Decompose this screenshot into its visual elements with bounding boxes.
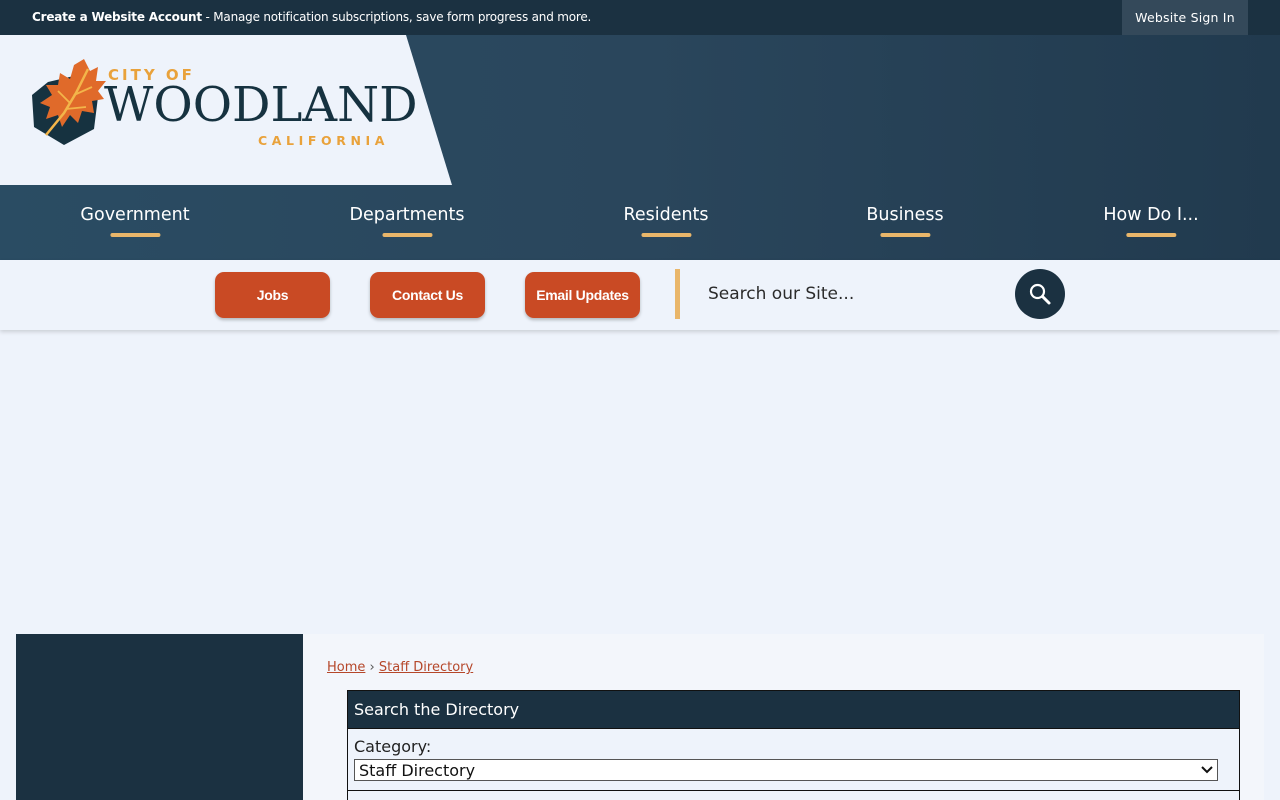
- left-sidebar: [16, 634, 303, 800]
- breadcrumb-current-link[interactable]: Staff Directory: [379, 660, 473, 675]
- panel-divider: [348, 790, 1239, 791]
- logo-link[interactable]: CITY OF WOODLAND CALIFORNIA: [0, 35, 452, 185]
- logo-wordmark: WOODLAND: [104, 77, 418, 133]
- site-header: CITY OF WOODLAND CALIFORNIA Government D…: [0, 35, 1280, 260]
- account-message: Create a Website Account - Manage notifi…: [32, 10, 591, 24]
- nav-underline: [1126, 233, 1176, 237]
- nav-item-label: Business: [866, 205, 944, 225]
- nav-underline: [879, 233, 930, 237]
- nav-item-label: How Do I...: [1103, 205, 1199, 225]
- sign-in-button[interactable]: Website Sign In: [1122, 0, 1248, 35]
- nav-item-business[interactable]: Business: [866, 205, 944, 237]
- chevron-down-icon: [1201, 766, 1213, 774]
- create-account-link[interactable]: Create a Website Account: [32, 10, 202, 24]
- nav-underline: [109, 233, 160, 237]
- nav-item-government[interactable]: Government: [80, 205, 190, 237]
- nav-underline: [640, 233, 691, 237]
- email-updates-button[interactable]: Email Updates: [525, 272, 640, 318]
- breadcrumb-home-link[interactable]: Home: [327, 660, 365, 675]
- nav-item-label: Residents: [623, 205, 709, 225]
- directory-search-panel: Search the Directory Category: Staff Dir…: [347, 690, 1240, 800]
- breadcrumb-separator: ›: [369, 660, 375, 675]
- directory-heading: Search the Directory: [348, 691, 1239, 729]
- search-button[interactable]: [1015, 269, 1065, 319]
- main-content: Home › Staff Directory Search the Direct…: [303, 634, 1264, 800]
- quick-links-bar: Jobs Contact Us Email Updates: [0, 260, 1280, 330]
- category-select[interactable]: Staff Directory: [354, 759, 1218, 781]
- breadcrumb: Home › Staff Directory: [327, 660, 473, 675]
- magnifier-icon: [1029, 283, 1051, 305]
- main-navigation: Government Departments Residents Busines…: [0, 185, 1280, 260]
- account-description: - Manage notification subscriptions, sav…: [201, 10, 592, 24]
- nav-item-residents[interactable]: Residents: [623, 205, 709, 237]
- nav-underline: [381, 233, 432, 237]
- nav-item-label: Departments: [349, 205, 465, 225]
- logo-state: CALIFORNIA: [258, 133, 390, 148]
- search-accent-bar: [675, 269, 680, 319]
- oak-leaf-logo-icon: [32, 59, 106, 145]
- nav-item-departments[interactable]: Departments: [349, 205, 465, 237]
- category-label: Category:: [354, 737, 432, 756]
- jobs-button[interactable]: Jobs: [215, 272, 330, 318]
- search-input[interactable]: [696, 272, 1006, 316]
- top-utility-bar: Create a Website Account - Manage notifi…: [0, 0, 1280, 35]
- nav-item-how-do-i[interactable]: How Do I...: [1103, 205, 1199, 237]
- nav-item-label: Government: [80, 205, 190, 225]
- contact-us-button[interactable]: Contact Us: [370, 272, 485, 318]
- category-select-value: Staff Directory: [359, 760, 476, 780]
